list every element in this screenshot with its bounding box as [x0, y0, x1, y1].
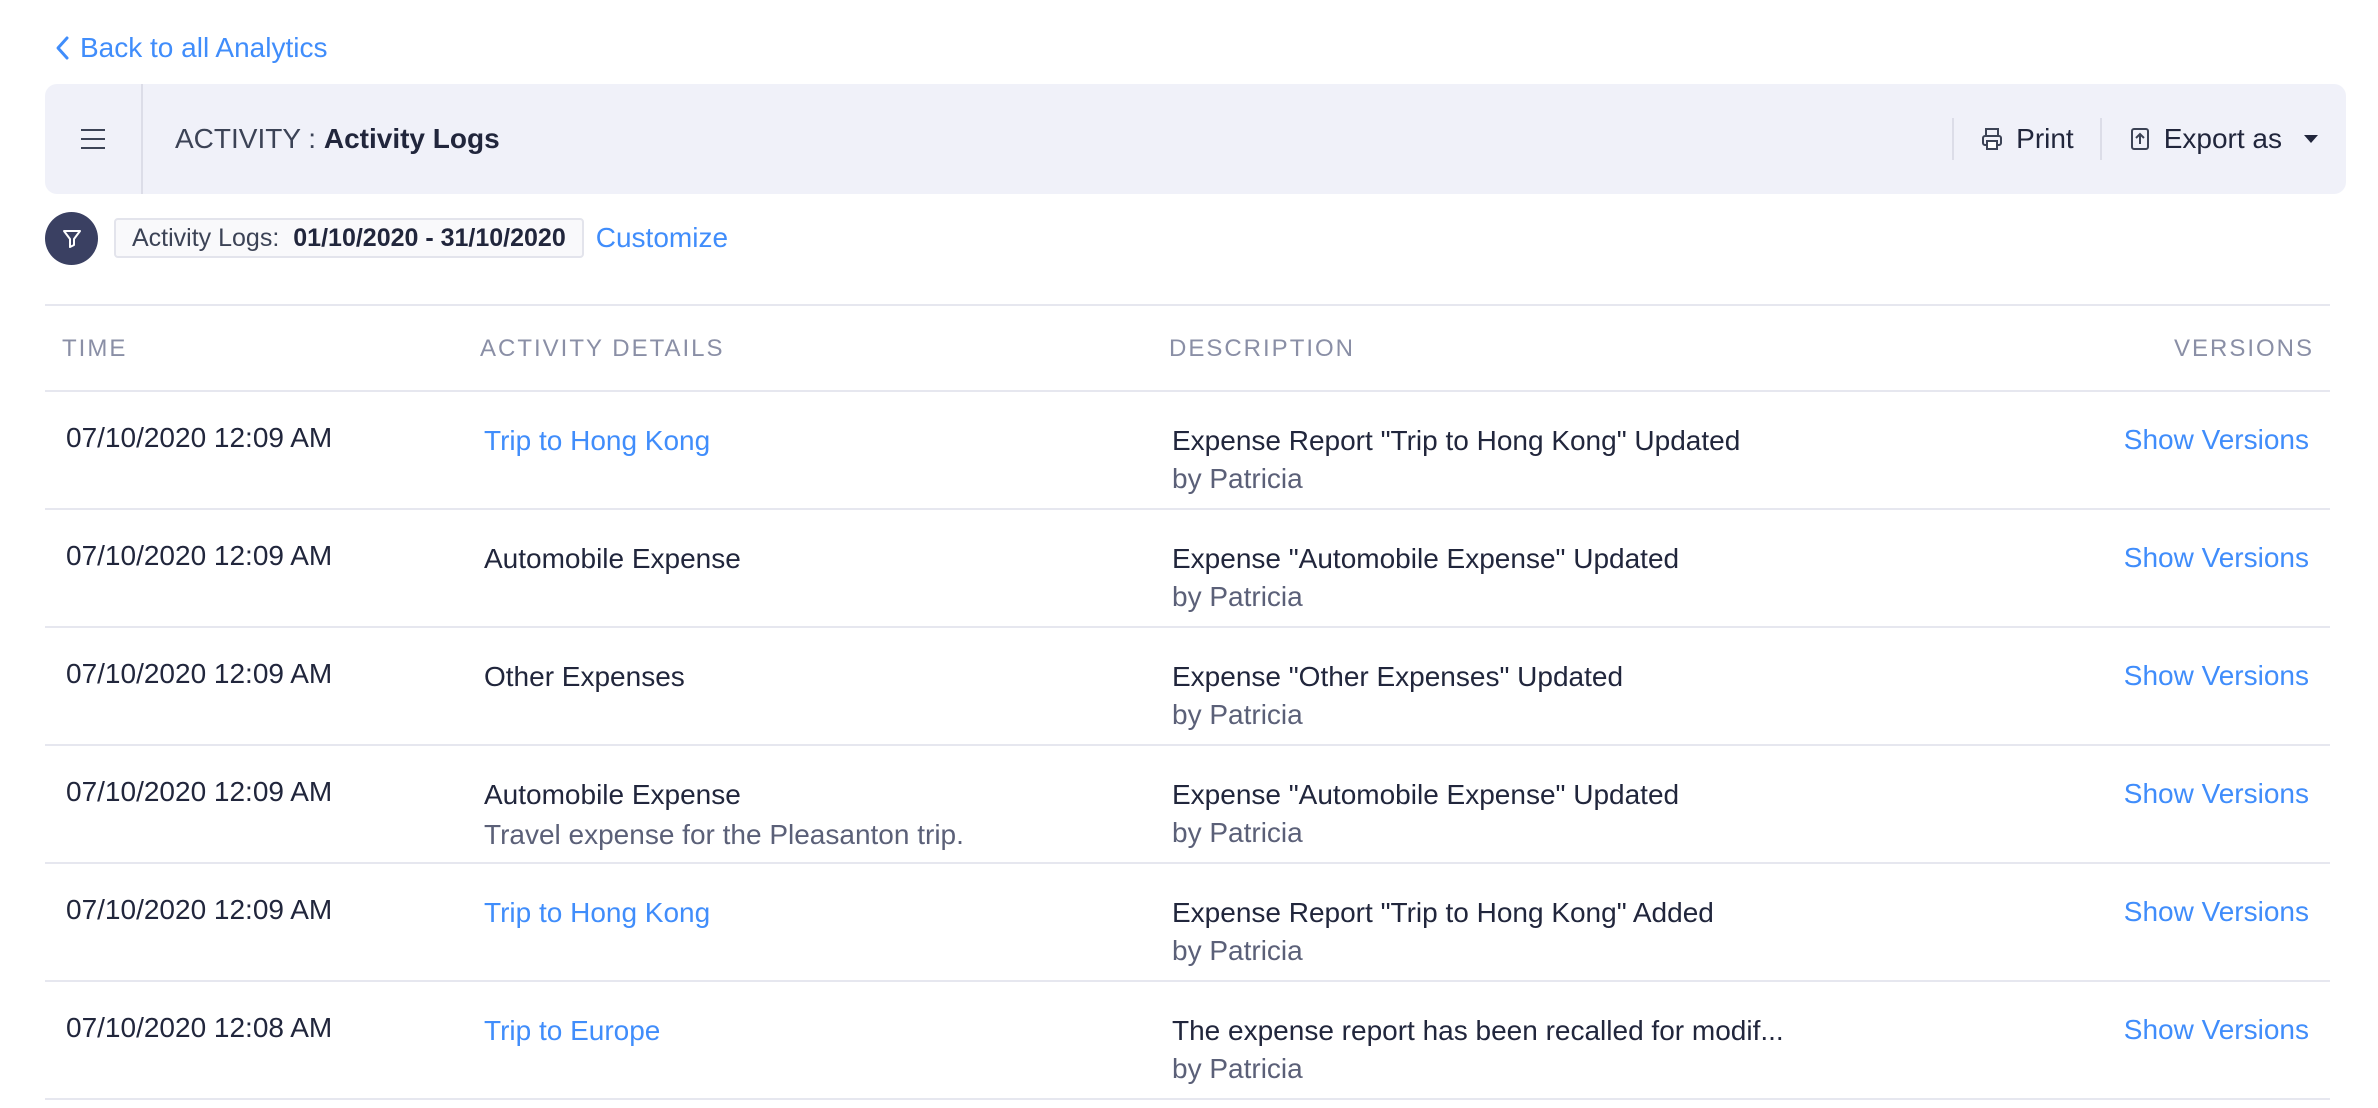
export-upload-icon: [2130, 128, 2149, 150]
cell-description: Expense "Automobile Expense" Updated by …: [1172, 776, 1679, 852]
table-row: 07/10/2020 12:08 AM Trip to Europe The e…: [45, 982, 2330, 1100]
activity-name: Other Expenses: [484, 661, 685, 692]
cell-activity: Trip to Europe: [484, 1012, 660, 1050]
show-versions-link[interactable]: Show Versions: [2124, 778, 2309, 810]
date-range-label: Activity Logs:: [132, 223, 280, 252]
cell-time: 07/10/2020 12:08 AM: [66, 1012, 333, 1043]
page-title-section: ACTIVITY :: [175, 123, 317, 154]
print-label: Print: [2016, 123, 2074, 154]
show-versions-link[interactable]: Show Versions: [2124, 660, 2309, 692]
report-header: ACTIVITY : Activity Logs Print Export as: [45, 84, 2346, 194]
description-author: by Patricia: [1172, 699, 1303, 730]
filter-row: Activity Logs: 01/10/2020 - 31/10/2020 C…: [45, 211, 728, 265]
cell-activity: Automobile Expense Travel expense for th…: [484, 776, 964, 854]
activity-subtext: Travel expense for the Pleasanton trip.: [484, 819, 964, 850]
show-versions-link[interactable]: Show Versions: [2124, 1014, 2309, 1046]
print-button[interactable]: Print: [1954, 123, 2100, 155]
description-author: by Patricia: [1172, 935, 1303, 966]
cell-activity: Trip to Hong Kong: [484, 894, 710, 932]
show-versions-link[interactable]: Show Versions: [2124, 542, 2309, 574]
page-title: ACTIVITY : Activity Logs: [175, 123, 1952, 155]
cell-activity: Trip to Hong Kong: [484, 422, 710, 460]
chevron-left-icon: [56, 36, 69, 60]
funnel-filter-icon: [62, 230, 81, 248]
page-title-name: Activity Logs: [323, 123, 500, 154]
printer-icon: [1982, 128, 2003, 150]
activity-table: TIME ACTIVITY DETAILS DESCRIPTION VERSIO…: [45, 304, 2330, 1100]
cell-description: Expense Report "Trip to Hong Kong" Updat…: [1172, 422, 1740, 498]
activity-name: Automobile Expense: [484, 779, 741, 810]
cell-description: Expense Report "Trip to Hong Kong" Added…: [1172, 894, 1714, 970]
cell-activity: Other Expenses: [484, 658, 685, 696]
activity-link[interactable]: Trip to Hong Kong: [484, 894, 710, 932]
activity-link[interactable]: Trip to Hong Kong: [484, 422, 710, 460]
activity-link[interactable]: Trip to Europe: [484, 1012, 660, 1050]
cell-time: 07/10/2020 12:09 AM: [66, 658, 333, 689]
table-row: 07/10/2020 12:09 AM Automobile Expense T…: [45, 746, 2330, 864]
cell-time: 07/10/2020 12:09 AM: [66, 776, 333, 807]
activity-logs-page: Back to all Analytics ACTIVITY : Activit…: [0, 0, 2378, 1108]
export-label: Export as: [2163, 123, 2282, 154]
show-versions-link[interactable]: Show Versions: [2124, 424, 2309, 456]
table-row: 07/10/2020 12:09 AM Trip to Hong Kong Ex…: [45, 392, 2330, 510]
cell-description: Expense "Other Expenses" Updated by Patr…: [1172, 658, 1623, 734]
cell-activity: Automobile Expense: [484, 540, 741, 578]
date-range-chip: Activity Logs: 01/10/2020 - 31/10/2020: [114, 218, 584, 258]
column-header-activity[interactable]: ACTIVITY DETAILS: [480, 335, 725, 363]
filter-button[interactable]: [45, 211, 98, 265]
description-author: by Patricia: [1172, 1053, 1303, 1084]
customize-link[interactable]: Customize: [596, 222, 728, 254]
description-text: Expense Report "Trip to Hong Kong" Updat…: [1172, 425, 1741, 456]
activity-name: Automobile Expense: [484, 543, 741, 574]
header-actions: Print Export as: [1952, 84, 2346, 194]
description-text: Expense "Other Expenses" Updated: [1172, 661, 1624, 692]
table-header: TIME ACTIVITY DETAILS DESCRIPTION VERSIO…: [45, 306, 2330, 392]
back-link-label: Back to all Analytics: [80, 32, 328, 63]
column-header-time[interactable]: TIME: [62, 335, 127, 363]
description-author: by Patricia: [1172, 463, 1303, 494]
caret-down-icon: [2304, 135, 2318, 143]
column-header-versions: VERSIONS: [2173, 335, 2314, 362]
description-author: by Patricia: [1172, 817, 1303, 848]
cell-description: Expense "Automobile Expense" Updated by …: [1172, 540, 1679, 616]
table-row: 07/10/2020 12:09 AM Trip to Hong Kong Ex…: [45, 864, 2330, 982]
table-row: 07/10/2020 12:09 AM Automobile Expense E…: [45, 510, 2330, 628]
description-text: Expense "Automobile Expense" Updated: [1172, 779, 1680, 810]
hamburger-menu-icon: [81, 129, 105, 149]
back-to-analytics-link[interactable]: Back to all Analytics: [52, 28, 327, 68]
cell-time: 07/10/2020 12:09 AM: [66, 894, 333, 925]
cell-time: 07/10/2020 12:09 AM: [66, 422, 333, 453]
show-versions-link[interactable]: Show Versions: [2124, 896, 2309, 928]
column-header-description[interactable]: DESCRIPTION: [1169, 335, 1355, 363]
date-range-value: 01/10/2020 - 31/10/2020: [293, 223, 566, 252]
description-text: Expense Report "Trip to Hong Kong" Added: [1172, 897, 1714, 928]
table-row: 07/10/2020 12:09 AM Other Expenses Expen…: [45, 628, 2330, 746]
menu-button[interactable]: [45, 84, 143, 194]
description-author: by Patricia: [1172, 581, 1303, 612]
description-text: Expense "Automobile Expense" Updated: [1172, 543, 1680, 574]
export-as-dropdown[interactable]: Export as: [2102, 123, 2346, 155]
description-text: The expense report has been recalled for…: [1172, 1015, 1784, 1046]
cell-description: The expense report has been recalled for…: [1172, 1012, 1784, 1088]
cell-time: 07/10/2020 12:09 AM: [66, 540, 333, 571]
